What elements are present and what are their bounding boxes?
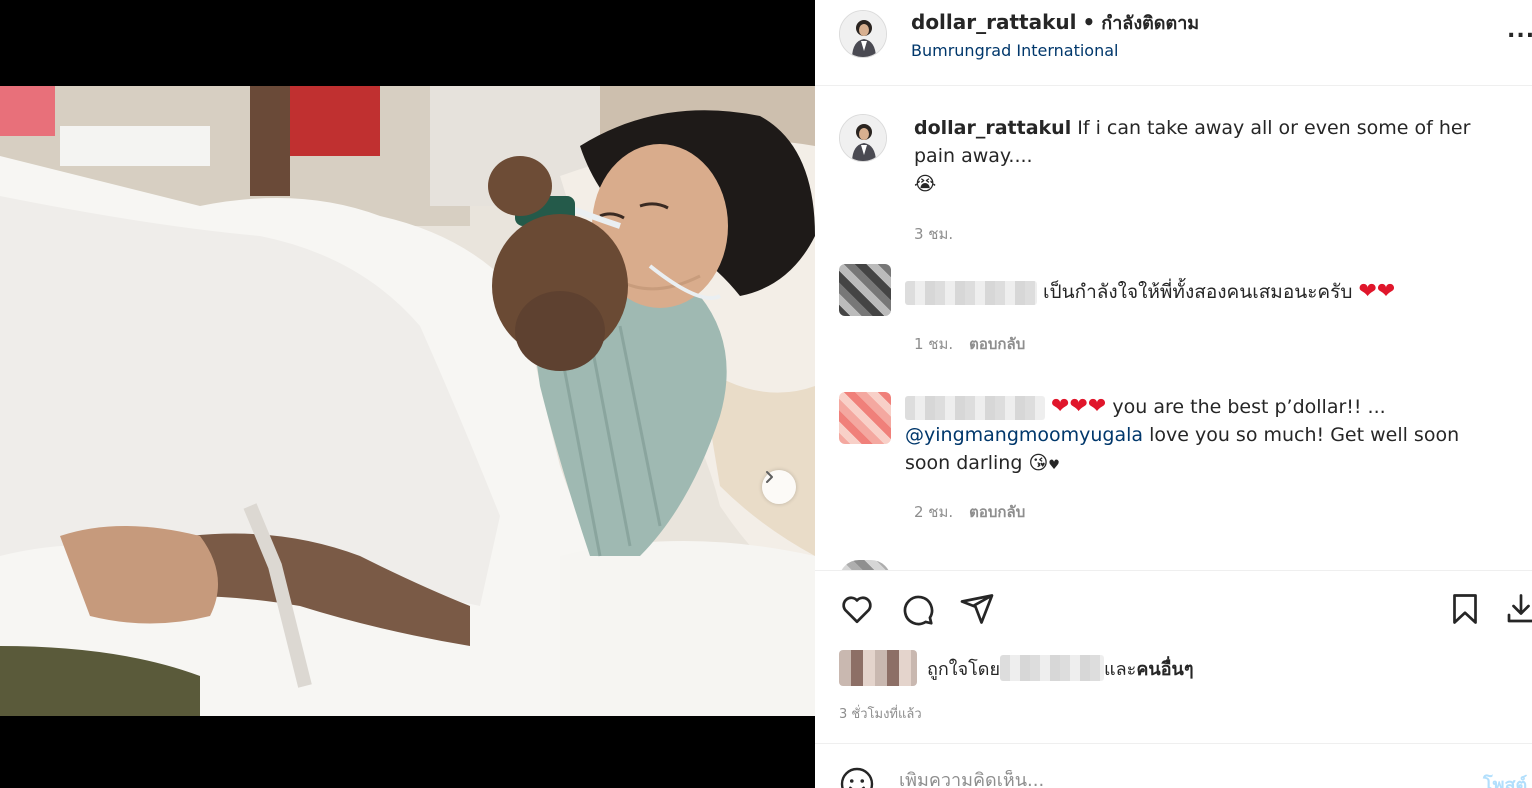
comment-body: เป็นกำลังใจให้พี่ทั้งสองคนเสมอนะครับ ❤❤ [905,278,1395,306]
caption-time: 3 ชม. [914,225,954,243]
comment-text: you are the best p’dollar!! ... [1112,396,1386,418]
caption-avatar[interactable] [839,114,887,162]
small-heart: ♥ [1048,458,1060,473]
post-comment-button[interactable]: โพสต์ [1483,770,1527,788]
reply-button[interactable]: ตอบกลับ [969,335,1025,353]
reply-button[interactable]: ตอบกลับ [969,503,1025,521]
post-photo[interactable] [0,86,815,716]
chevron-right-icon [766,471,773,483]
liked-by-others-link[interactable]: คนอื่นๆ [1136,654,1193,683]
comment-hearts: ❤❤ [1358,279,1396,304]
comment-username-blurred[interactable] [905,280,1037,305]
comments-list[interactable]: dollar_rattakul If i can take away all or… [815,86,1532,570]
comment-hearts: ❤❤❤ [1051,394,1107,419]
post-timestamp[interactable]: 3 ชั่วโมงที่แล้ว [839,703,922,724]
location-link[interactable]: Bumrungrad International [911,41,1118,60]
add-comment-input[interactable] [899,770,1459,788]
comment-avatar-partial[interactable] [839,560,891,570]
liked-by-prefix: ถูกใจโดย [927,658,1001,680]
comment-username-blurred[interactable] [905,395,1045,420]
photo-illustration [0,86,815,716]
comment-time: 1 ชม. [914,335,954,353]
add-comment-bar: โพสต์ [815,743,1532,788]
comment-avatar-blurred[interactable] [839,264,891,316]
mention-link[interactable]: @yingmangmoomyugala [905,424,1143,446]
post-panel: dollar_rattakul • กำลังติดตาม Bumrungrad I… [815,0,1532,788]
caption-username[interactable]: dollar_rattakul [914,117,1071,139]
next-image-button[interactable] [762,470,796,504]
comment-text: เป็นกำลังใจให้พี่ทั้งสองคนเสมอนะครับ [1043,281,1353,303]
avatar[interactable] [839,10,887,58]
post-actions: ถูกใจโดย และ คนอื่นๆ 3 ชั่วโมงที่แล้ว [815,570,1532,743]
post-caption: dollar_rattakul If i can take away all or… [914,114,1514,198]
post-media [0,0,815,788]
bookmark-icon[interactable] [1447,591,1483,627]
separator-dot: • [1082,10,1096,34]
heart-icon[interactable] [839,591,875,627]
header-title: dollar_rattakul • กำลังติดตาม [911,8,1199,37]
comment-emoji: 😘 [1028,452,1049,474]
comment-avatar-blurred[interactable] [839,392,891,444]
follow-status-button[interactable]: กำลังติดตาม [1101,13,1199,34]
likes-summary: ถูกใจโดย และ คนอื่นๆ [839,650,1194,686]
comment-body: ❤❤❤ you are the best p’dollar!! ... @yin… [905,393,1485,480]
smile-icon[interactable] [839,766,875,788]
comment-meta: 2 ชม. ตอบกลับ [914,500,1025,524]
more-icon[interactable]: ... [1507,18,1532,43]
username-link[interactable]: dollar_rattakul [911,10,1077,34]
liked-by-avatars-blurred[interactable] [839,650,917,686]
avatar-person-icon [840,11,886,57]
download-icon[interactable] [1503,591,1532,627]
post-header: dollar_rattakul • กำลังติดตาม Bumrungrad I… [815,0,1532,86]
liked-by-connector: และ [1104,658,1137,680]
liked-by-user-blurred[interactable] [1000,655,1105,681]
avatar-person-icon [840,115,886,161]
caption-emoji: 😭 [914,173,937,195]
comment-time: 2 ชม. [914,503,954,521]
comment-icon[interactable] [899,591,935,627]
share-icon[interactable] [959,591,995,627]
comment-meta: 1 ชม. ตอบกลับ [914,332,1025,356]
